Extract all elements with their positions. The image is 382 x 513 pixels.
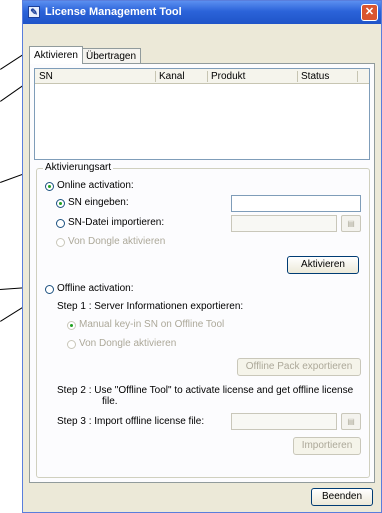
online-activation-label: Online activation: — [57, 180, 134, 191]
col-status[interactable]: Status — [301, 71, 329, 82]
sn-enter-radio[interactable] — [56, 199, 65, 208]
folder-browse-icon[interactable]: ▤ — [341, 215, 361, 232]
dongle-online-label: Von Dongle aktivieren — [68, 236, 166, 247]
title-bar[interactable]: ✎ License Management Tool ✕ — [23, 1, 381, 24]
license-list-header: SN Kanal Produkt Status — [35, 69, 369, 84]
step3-label: Step 3 : Import offline license file: — [57, 416, 205, 427]
column-divider — [297, 71, 298, 82]
step1-label: Step 1 : Server Informationen exportiere… — [57, 301, 244, 312]
column-divider — [207, 71, 208, 82]
col-sn[interactable]: SN — [39, 71, 53, 82]
col-kanal[interactable]: Kanal — [159, 71, 185, 82]
sn-input[interactable] — [231, 195, 361, 212]
offline-pack-export-button[interactable]: Offline Pack exportieren — [237, 358, 361, 376]
license-app-icon: ✎ — [28, 6, 40, 18]
window-title: License Management Tool — [45, 6, 182, 18]
license-window: ✎ License Management Tool ✕ Aktivieren Ü… — [22, 0, 382, 513]
import-button[interactable]: Importieren — [293, 437, 361, 455]
sn-file-radio[interactable] — [56, 219, 65, 228]
exit-button[interactable]: Beenden — [311, 488, 373, 506]
tab-uebertragen[interactable]: Übertragen — [81, 48, 142, 64]
activation-group-legend: Aktivierungsart — [43, 162, 114, 173]
dongle-offline-label: Von Dongle aktivieren — [79, 338, 177, 349]
dongle-online-radio[interactable] — [56, 238, 65, 247]
step2-label-line1: Step 2 : Use "Offline Tool" to activate … — [57, 385, 354, 396]
col-produkt[interactable]: Produkt — [211, 71, 245, 82]
tab-aktivieren[interactable]: Aktivieren — [29, 46, 83, 64]
sn-file-label: SN-Datei importieren: — [68, 217, 165, 228]
license-list[interactable]: SN Kanal Produkt Status — [34, 68, 370, 160]
offline-activation-radio[interactable] — [45, 285, 54, 294]
offline-license-file-input[interactable] — [231, 413, 337, 430]
activation-groupbox: Aktivierungsart Online activation: SN ei… — [36, 162, 370, 478]
manual-keyin-radio[interactable] — [67, 321, 76, 330]
online-activation-radio[interactable] — [45, 182, 54, 191]
column-divider — [155, 71, 156, 82]
folder-browse-icon[interactable]: ▤ — [341, 413, 361, 430]
offline-activation-label: Offline activation: — [57, 283, 134, 294]
close-button[interactable]: ✕ — [361, 4, 378, 21]
column-divider — [357, 71, 358, 82]
sn-enter-label: SN eingeben: — [68, 197, 129, 208]
activate-button[interactable]: Aktivieren — [287, 256, 359, 274]
tab-panel-aktivieren: SN Kanal Produkt Status Aktivierungsart … — [29, 63, 375, 483]
sn-file-input[interactable] — [231, 215, 337, 232]
dongle-offline-radio[interactable] — [67, 340, 76, 349]
manual-keyin-label: Manual key-in SN on Offline Tool — [79, 319, 225, 330]
step2-label-line2: file. — [102, 396, 118, 407]
